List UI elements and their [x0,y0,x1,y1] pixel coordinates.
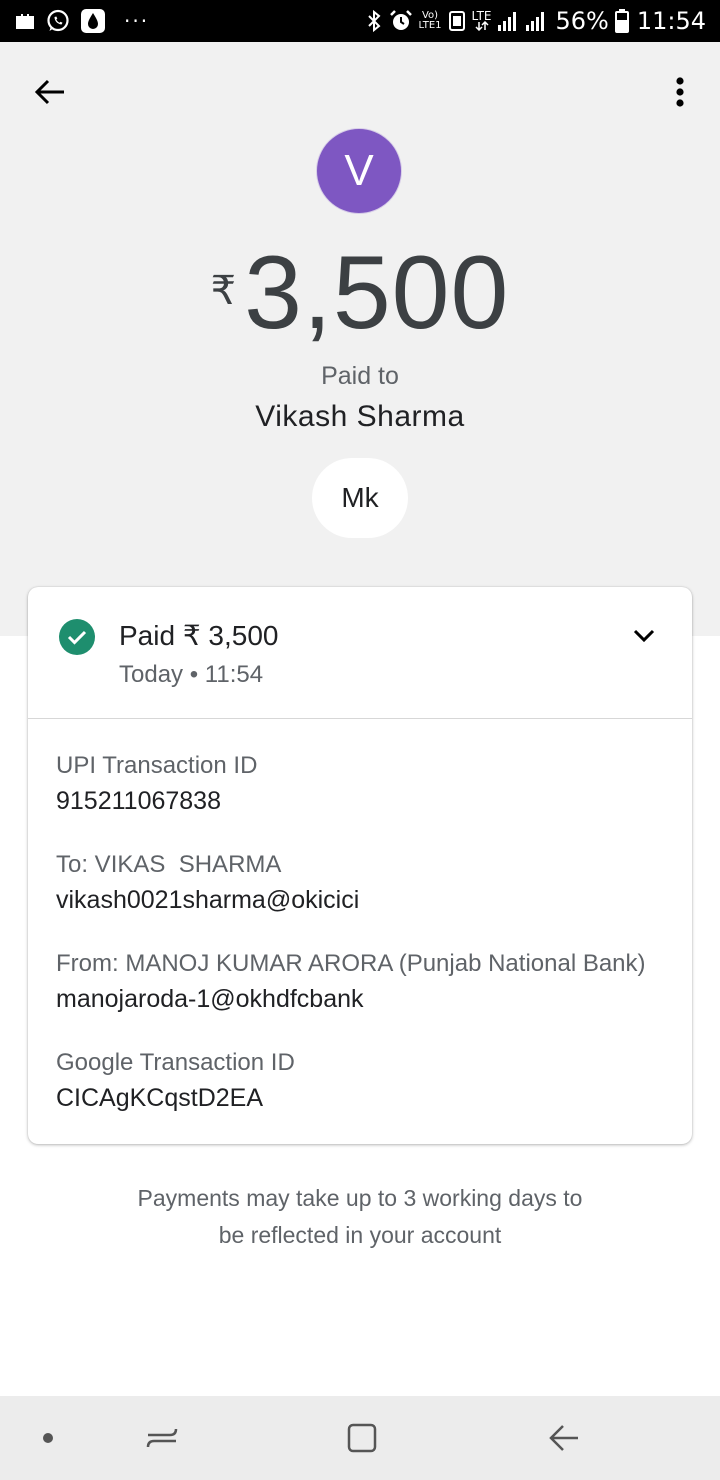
processing-note-line-1: Payments may take up to 3 working days t… [137,1185,583,1211]
recents-icon [146,1428,178,1448]
transaction-card: Paid ₹ 3,500 Today • 11:54 UPI Transacti… [28,587,692,1144]
lte-icon: LTE [472,10,491,31]
navigation-bar [0,1396,720,1480]
expand-button[interactable] [624,619,664,653]
from-upi-id: manojaroda-1@okhdfcbank [56,985,364,1013]
more-vert-icon [676,77,684,107]
chevron-down-icon [633,629,655,643]
paid-to-label: Paid to [321,362,399,390]
payment-header: V ₹ 3,500 Paid to Vikash Sharma Mk [0,42,720,636]
to-upi-id: vikash0021sharma@okicici [56,886,360,914]
payee-name: Vikash Sharma [255,400,465,433]
divider [28,718,692,719]
from-label: From: MANOJ KUMAR ARORA (Punjab National… [56,950,646,977]
data-saver-icon [448,10,466,32]
back-button[interactable] [26,72,74,112]
notification-icons: ··· [14,8,149,34]
google-transaction-id-label: Google Transaction ID [56,1049,295,1076]
to-label: To: VIKAS SHARMA [56,851,282,878]
avatar: V [316,128,402,214]
briefcase-icon [14,11,36,31]
whatsapp-icon [46,9,70,33]
currency-symbol: ₹ [210,269,237,313]
processing-note-line-2: be reflected in your account [218,1222,502,1248]
status-bar: ··· Vo) LTE1 LTE 56% 11:54 [0,0,720,42]
back-icon [549,1425,578,1451]
check-circle-icon [59,619,95,655]
google-transaction-id-value: CICAgKCqstD2EA [56,1084,264,1112]
transaction-status[interactable]: Paid ₹ 3,500 Today • 11:54 [28,587,692,718]
alarm-icon [389,9,413,33]
home-button[interactable] [340,1416,384,1460]
battery-icon [614,9,629,33]
clock: 11:54 [636,7,706,35]
volte-icon: Vo) LTE1 [418,10,442,31]
more-options-button[interactable] [660,72,700,112]
arrow-back-icon [34,79,64,105]
home-square-icon [347,1423,377,1453]
processing-note: Payments may take up to 3 working days t… [60,1180,660,1254]
amount: ₹ 3,500 [0,238,720,348]
nav-back-button[interactable] [542,1416,586,1460]
app-drop-icon [80,8,106,34]
signal-1-icon [497,10,519,32]
battery-percent: 56% [555,7,609,35]
status-time: Today • 11:54 [119,661,264,688]
status-title: Paid ₹ 3,500 [119,620,279,651]
upi-transaction-id-label: UPI Transaction ID [56,752,258,779]
signal-2-icon [525,10,547,32]
nav-dot-button[interactable] [26,1416,70,1460]
bluetooth-icon [365,9,383,33]
amount-value: 3,500 [244,235,510,351]
dot-icon [43,1433,53,1443]
more-notifications-icon: ··· [124,9,150,33]
payment-note: Mk [312,458,408,538]
system-icons: Vo) LTE1 LTE 56% 11:54 [359,7,706,35]
recents-button[interactable] [140,1416,184,1460]
upi-transaction-id-value: 915211067838 [56,787,221,815]
